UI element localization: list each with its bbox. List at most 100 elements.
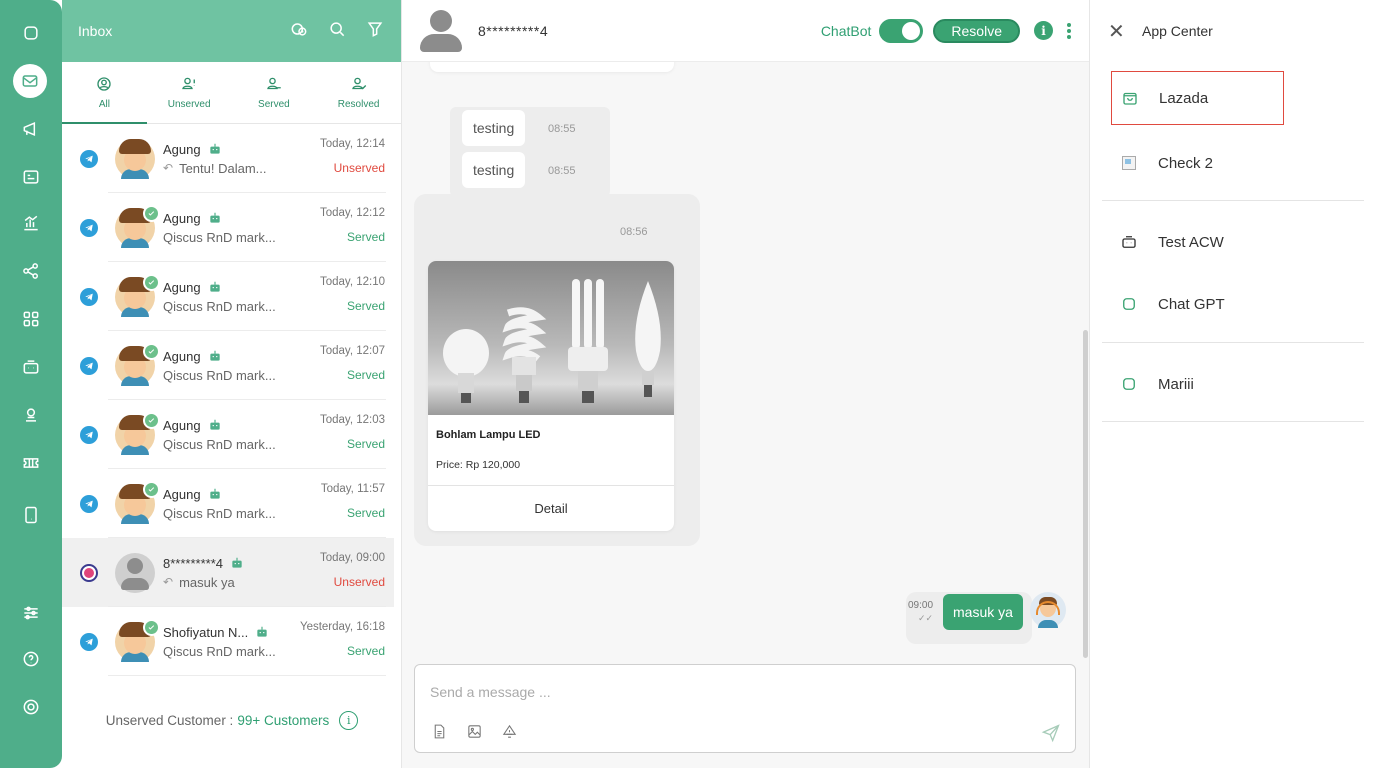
status-badge: Served xyxy=(346,506,385,520)
template-icon[interactable] xyxy=(501,723,518,745)
search-icon[interactable] xyxy=(327,19,347,44)
app-item-check-2[interactable]: Check 2 xyxy=(1114,136,1288,190)
info-button[interactable]: i xyxy=(1034,21,1053,40)
app-item-chat-gpt[interactable]: Chat GPT xyxy=(1114,277,1288,331)
app-item-lazada[interactable]: Lazada xyxy=(1111,71,1284,125)
chat-panel: 8*********4 ChatBot Resolve i testing 08… xyxy=(402,0,1089,768)
telegram-channel-icon xyxy=(80,218,98,237)
status-badge: Served xyxy=(346,299,385,313)
product-price: Price: Rp 120,000 xyxy=(436,459,521,471)
chatbot-toggle[interactable] xyxy=(879,18,924,43)
chat-body: testing 08:55 testing 08:55 08:56 Bohlam… xyxy=(402,62,1089,660)
conversation-time: Today, 11:57 xyxy=(320,483,385,495)
inbox-tabs: All Unserved Served Resolved xyxy=(62,62,401,124)
conversation-item[interactable]: Agung Qiscus RnD mark... Today, 12:03 Serve… xyxy=(62,400,394,469)
check-icon xyxy=(143,342,160,360)
power-icon[interactable] xyxy=(16,692,46,722)
apps-grid-icon[interactable] xyxy=(16,304,46,334)
more-menu-icon[interactable] xyxy=(1065,22,1073,39)
bot-icon xyxy=(232,557,242,568)
shopping-bag-icon xyxy=(1115,89,1145,107)
divider xyxy=(1102,342,1364,343)
message-time: 08:55 xyxy=(548,123,576,135)
robot-icon[interactable] xyxy=(16,352,46,382)
status-badge: Unserved xyxy=(333,575,385,589)
settings-sliders-icon[interactable] xyxy=(16,598,46,628)
conversation-item[interactable]: Agung Qiscus RnD mark... Today, 11:57 Serve… xyxy=(62,469,394,538)
chat-scrollbar[interactable] xyxy=(1083,330,1088,658)
app-item-label: Lazada xyxy=(1159,89,1209,107)
robot-icon xyxy=(1114,233,1144,251)
check-icon xyxy=(143,204,160,222)
bot-icon xyxy=(209,143,220,154)
resolve-button[interactable]: Resolve xyxy=(933,18,1020,43)
check-icon xyxy=(143,480,160,498)
inbox-header: Inbox xyxy=(62,0,401,62)
inbox-icon[interactable] xyxy=(13,64,47,98)
conversation-preview: Qiscus RnD mark... xyxy=(163,505,276,521)
card-time: 08:56 xyxy=(620,226,648,238)
conversation-item[interactable]: Agung Qiscus RnD mark... Today, 12:10 Serve… xyxy=(62,262,394,331)
avatar xyxy=(115,411,160,455)
tab-all[interactable]: All xyxy=(62,62,147,124)
app-item-test-acw[interactable]: Test ACW xyxy=(1114,215,1288,269)
conversation-item[interactable]: Agung Qiscus RnD mark... Today, 12:07 Serve… xyxy=(62,331,394,400)
conversation-preview: Qiscus RnD mark... xyxy=(163,436,276,452)
agent-icon[interactable] xyxy=(16,400,46,430)
unserved-count-link[interactable]: 99+ Customers xyxy=(237,713,329,728)
integration-icon[interactable] xyxy=(16,256,46,286)
message-time: 08:55 xyxy=(548,165,576,177)
contacts-icon[interactable] xyxy=(16,162,46,192)
user-alert-icon xyxy=(182,77,196,90)
conversation-list: Agung ↶ Tentu! Dalam... Today, 12:14 Unserve… xyxy=(62,124,394,676)
app-item-mariii[interactable]: Mariii xyxy=(1114,357,1288,411)
tab-served[interactable]: Served xyxy=(232,62,317,123)
conversation-time: Today, 12:03 xyxy=(319,414,385,426)
app-item-label: Check 2 xyxy=(1158,154,1214,172)
conversation-name: Shofiyatun N... xyxy=(163,624,249,640)
chatbot-label: ChatBot xyxy=(820,22,872,39)
filter-icon[interactable] xyxy=(365,19,385,44)
left-rail xyxy=(0,0,62,768)
check-icon xyxy=(143,273,160,291)
conversation-preview: Qiscus RnD mark... xyxy=(163,643,276,659)
conversation-item[interactable]: 8*********4 ↶ masuk ya Today, 09:00 Unserved xyxy=(62,538,394,607)
ticket-icon[interactable] xyxy=(16,448,46,478)
help-icon[interactable] xyxy=(16,644,46,674)
tab-unserved[interactable]: Unserved xyxy=(147,62,232,123)
conversation-name: Agung xyxy=(163,486,201,502)
previous-message-bubble xyxy=(430,62,674,72)
status-badge: Served xyxy=(346,368,385,382)
mobile-icon[interactable] xyxy=(16,500,46,530)
clock-filter-icon[interactable] xyxy=(289,19,309,44)
conversation-time: Today, 12:14 xyxy=(319,138,385,150)
bot-icon xyxy=(209,281,220,292)
image-attach-icon[interactable] xyxy=(466,723,483,745)
document-attach-icon[interactable] xyxy=(431,723,448,745)
conversation-preview: masuk ya xyxy=(179,574,235,590)
conversation-item[interactable]: Shofiyatun N... Qiscus RnD mark... Yesterd… xyxy=(62,607,394,676)
send-icon[interactable] xyxy=(1041,723,1061,748)
chat-header: 8*********4 ChatBot Resolve i xyxy=(402,0,1089,62)
user-check-icon xyxy=(351,77,366,90)
detail-button[interactable]: Detail xyxy=(428,485,674,531)
tab-resolved[interactable]: Resolved xyxy=(316,62,401,123)
status-badge: Served xyxy=(346,437,385,451)
chat-bubble-icon[interactable] xyxy=(16,18,46,48)
close-icon[interactable]: ✕ xyxy=(1108,19,1128,44)
conversation-time: Yesterday, 16:18 xyxy=(299,621,385,633)
info-icon[interactable]: i xyxy=(339,710,359,730)
product-card: Bohlam Lampu LED Price: Rp 120,000 Detai… xyxy=(428,261,674,531)
avatar xyxy=(115,342,160,386)
conversation-time: Today, 09:00 xyxy=(319,552,385,564)
conversation-item[interactable]: Agung Qiscus RnD mark... Today, 12:12 Serve… xyxy=(62,193,394,262)
telegram-channel-icon xyxy=(80,632,98,651)
avatar xyxy=(115,273,160,317)
check-icon xyxy=(143,618,160,636)
message-input[interactable] xyxy=(430,681,990,703)
broadcast-icon[interactable] xyxy=(16,114,46,144)
conversation-item[interactable]: Agung ↶ Tentu! Dalam... Today, 12:14 Unserve… xyxy=(62,124,394,193)
analytics-icon[interactable] xyxy=(16,208,46,238)
check-icon xyxy=(143,411,160,429)
telegram-channel-icon xyxy=(80,494,98,513)
